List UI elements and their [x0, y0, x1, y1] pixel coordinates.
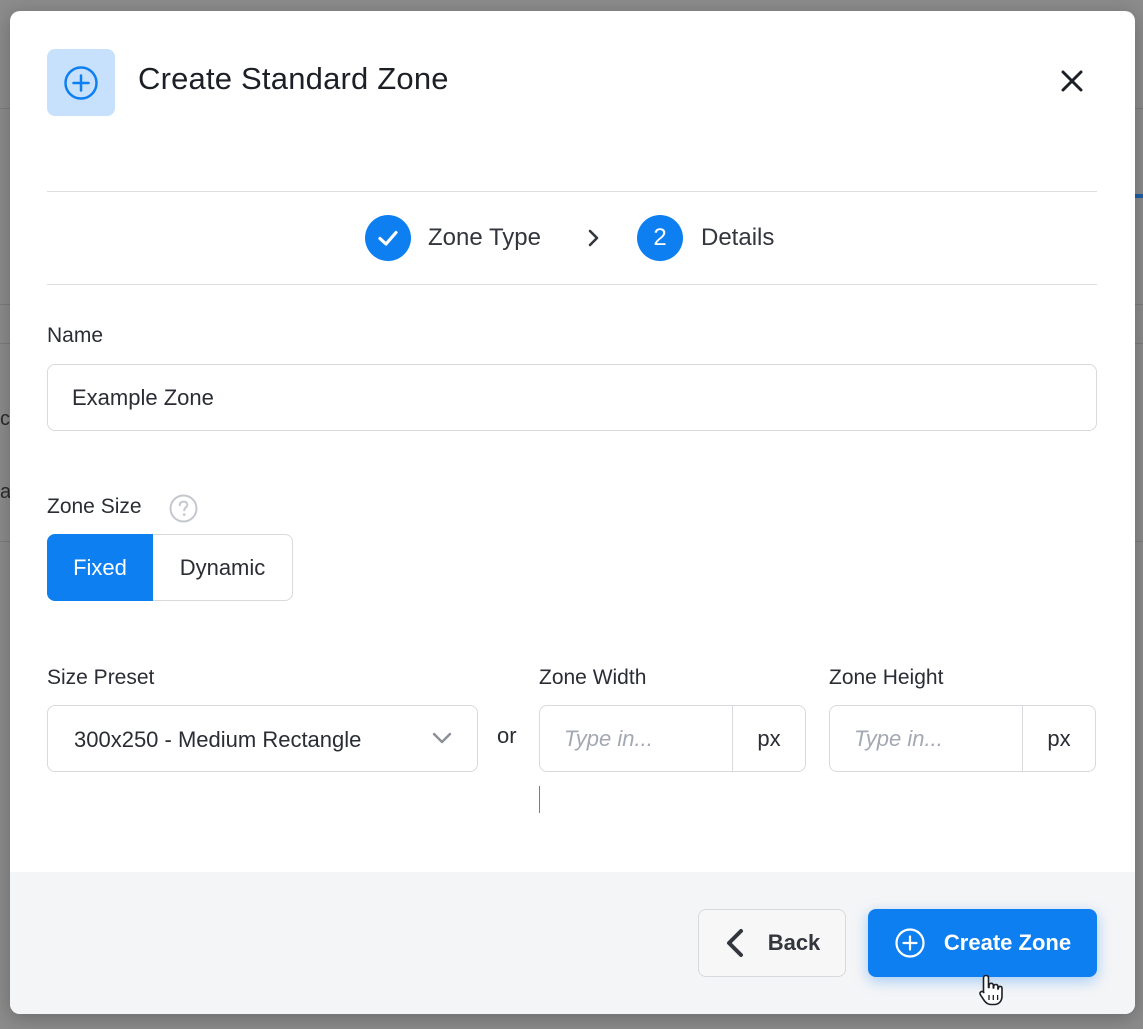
step-active-indicator: 2	[637, 215, 683, 261]
header-icon-tile	[47, 49, 115, 116]
zone-height-label: Zone Height	[829, 666, 944, 689]
zone-width-input[interactable]	[540, 706, 733, 771]
backdrop-text: a	[0, 481, 10, 503]
validation-marker	[539, 786, 540, 813]
close-icon	[1061, 70, 1083, 92]
check-icon	[378, 230, 398, 246]
zone-width-field: px	[539, 705, 806, 772]
chevron-right-icon	[588, 229, 599, 247]
question-circle-icon[interactable]	[169, 494, 198, 523]
name-label: Name	[47, 324, 104, 347]
create-zone-button-label: Create Zone	[943, 930, 1072, 955]
backdrop-text: c	[0, 408, 10, 430]
back-button[interactable]: Back	[698, 909, 846, 977]
stepper: Zone Type 2 Details	[10, 215, 1135, 263]
zone-size-label: Zone Size	[47, 495, 142, 518]
modal-title: Create Standard Zone	[138, 61, 449, 96]
name-input[interactable]	[47, 364, 1097, 431]
zone-size-fixed-button[interactable]: Fixed	[47, 534, 153, 601]
divider	[47, 284, 1097, 285]
size-preset-label: Size Preset	[47, 666, 155, 689]
zone-width-label: Zone Width	[539, 666, 647, 689]
plus-circle-icon	[895, 928, 925, 958]
zone-height-field: px	[829, 705, 1096, 772]
back-button-label: Back	[767, 930, 821, 955]
zone-height-input[interactable]	[830, 706, 1023, 771]
step-completed-indicator	[365, 215, 411, 261]
step-label-details: Details	[701, 224, 775, 251]
or-separator: or	[497, 723, 517, 748]
close-button[interactable]	[1056, 65, 1088, 97]
create-zone-button[interactable]: Create Zone	[868, 909, 1097, 977]
size-preset-select[interactable]: 300x250 - Medium Rectangle	[47, 705, 478, 772]
create-zone-modal: Create Standard Zone Zone Type 2 Details…	[10, 11, 1135, 1014]
step-number: 2	[653, 224, 667, 251]
step-label-zone-type: Zone Type	[428, 224, 541, 251]
zone-size-dynamic-button[interactable]: Dynamic	[153, 534, 293, 601]
chevron-down-icon	[432, 732, 452, 744]
divider	[47, 191, 1097, 192]
zone-height-unit: px	[1047, 725, 1071, 751]
size-preset-value: 300x250 - Medium Rectangle	[74, 727, 362, 752]
plus-circle-icon	[64, 65, 98, 100]
chevron-left-icon	[726, 929, 743, 957]
zone-width-unit: px	[757, 725, 781, 751]
